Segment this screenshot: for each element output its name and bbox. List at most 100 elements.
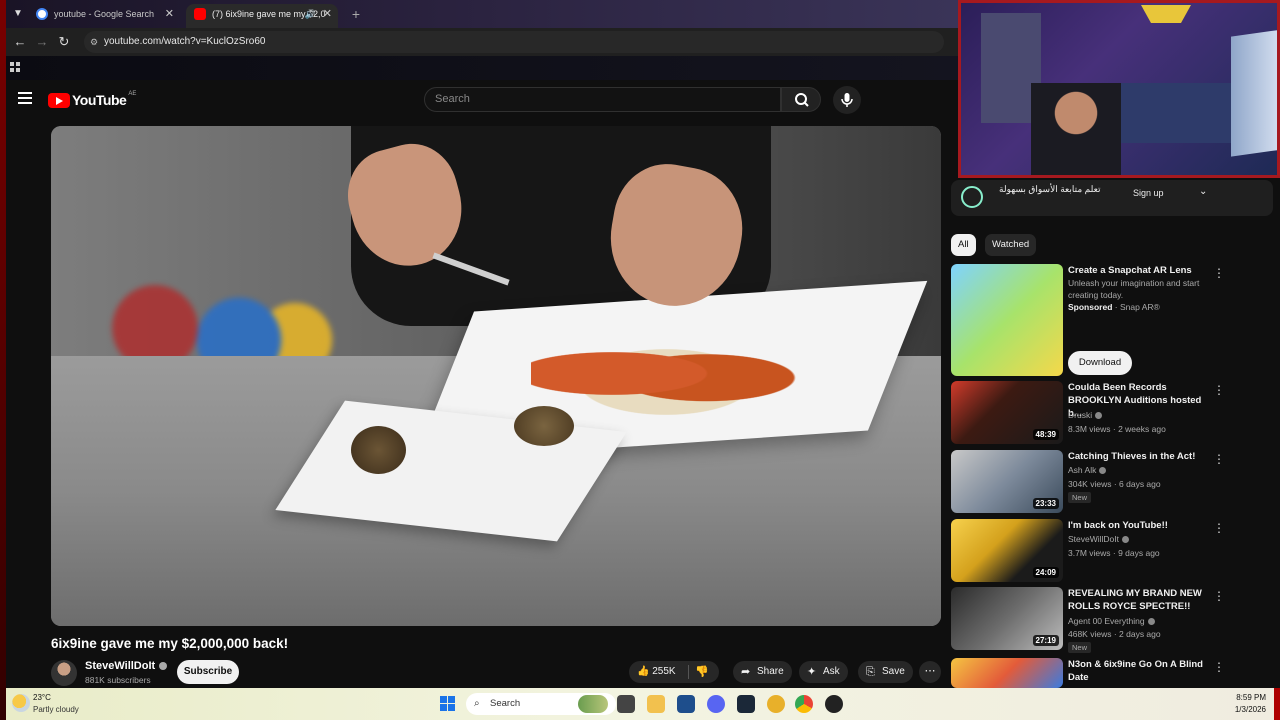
video-food [531,331,801,416]
speaker-icon[interactable]: 🔊 [305,4,316,24]
obs-icon[interactable] [825,695,843,713]
tab-google-search[interactable]: youtube - Google Search ✕ [28,4,180,28]
dislike-button[interactable]: 👎 [695,661,709,683]
menu-icon[interactable] [18,92,32,104]
thumbnail[interactable]: 24:09 [951,519,1063,582]
list-item[interactable]: N3on & 6ix9ine Go On A Blind Date ⋮ [951,658,1271,688]
more-vert-icon[interactable]: ⋮ [1213,589,1225,603]
duration-badge: 23:33 [1032,498,1059,509]
close-icon[interactable]: ✕ [165,4,174,24]
video-title: 6ix9ine gave me my $2,000,000 back! [51,636,289,651]
video-title[interactable]: N3on & 6ix9ine Go On A Blind Date [1068,658,1208,684]
channel-name: SteveWillDoIt [85,660,156,672]
widget-icon[interactable] [578,695,608,713]
steam-icon[interactable] [737,695,755,713]
video-meta: 468K views · 2 days ago [1068,629,1161,639]
signup-button[interactable]: Sign up [1133,188,1164,198]
subscribe-button[interactable]: Subscribe [177,660,239,684]
download-button[interactable]: Download [1068,351,1132,375]
tab-youtube-video[interactable]: (7) 6ix9ine gave me my $2,0 🔊 ✕ [186,4,338,28]
video-title[interactable]: I'm back on YouTube!! [1068,519,1208,532]
discord-icon[interactable] [707,695,725,713]
close-icon[interactable]: ✕ [323,4,332,24]
verified-icon [159,662,168,671]
new-badge: New [1068,492,1092,503]
url-field[interactable]: ⚙ youtube.com/watch?v=KuclOzSro60 [84,31,944,53]
thumbs-down-icon: 👎 [695,666,709,678]
share-label: Share [757,666,784,677]
more-actions-button[interactable]: ⋯ [919,661,941,683]
back-arrow-icon[interactable]: ← [12,34,28,50]
thumbnail[interactable] [951,658,1063,688]
channel-avatar[interactable] [51,660,77,686]
video-meta: 304K views · 6 days ago [1068,479,1161,489]
more-vert-icon[interactable]: ⋮ [1213,521,1225,535]
channel-name-container[interactable]: SteveWillDoIt [1068,534,1130,544]
search-icon [795,93,809,107]
youtube-header: YouTube AE Search [6,80,958,120]
list-item[interactable]: 27:19 REVEALING MY BRAND NEW ROLLS ROYCE… [951,587,1271,653]
ad-banner[interactable]: تعلم متابعة الأسواق بسهولة Sign up ⌄ [951,180,1273,216]
save-button[interactable]: ⎘ Save [858,661,913,683]
chip-all[interactable]: All [951,234,976,256]
windows-start-icon[interactable] [440,696,456,712]
voice-search-button[interactable] [833,86,861,114]
thumbnail[interactable] [951,264,1063,376]
share-button[interactable]: ➦ Share [733,661,792,683]
sparkle-icon: ✦ [807,666,817,678]
weather-condition[interactable]: Partly cloudy [33,705,79,714]
clock-time: 8:59 PM [1236,693,1266,702]
thumbnail[interactable]: 27:19 [951,587,1063,650]
channel-name-container[interactable]: Agent 00 Everything [1068,616,1155,626]
more-vert-icon[interactable]: ⋮ [1213,452,1225,466]
like-button[interactable]: 👍 255K [637,661,676,683]
new-tab-button[interactable]: + [346,5,366,23]
app-icon[interactable] [767,695,785,713]
video-title[interactable]: Catching Thieves in the Act! [1068,450,1208,463]
ask-label: Ask [823,666,840,677]
apps-grid-icon[interactable] [10,62,22,74]
tab-strip: ▼ youtube - Google Search ✕ (7) 6ix9ine … [6,0,958,28]
list-item[interactable]: 48:39 Coulda Been Records BROOKLYN Audit… [951,381,1271,445]
thumbs-up-icon: 👍 [637,666,650,677]
video-title[interactable]: REVEALING MY BRAND NEW ROLLS ROYCE SPECT… [1068,587,1208,613]
ask-button[interactable]: ✦ Ask [799,661,848,683]
video-player[interactable] [51,126,941,626]
thumbnail[interactable]: 23:33 [951,450,1063,513]
tab-search-icon[interactable]: ▼ [10,6,26,22]
youtube-logo[interactable]: YouTube AE [48,91,136,109]
sponsored-line: Sponsored · Snap AR® [1068,302,1160,312]
more-vert-icon[interactable]: ⋮ [1213,266,1225,280]
forward-arrow-icon[interactable]: → [34,34,50,50]
divider [688,665,689,679]
system-clock[interactable]: 8:59 PM 1/3/2026 [1235,692,1266,716]
thumbnail[interactable]: 48:39 [951,381,1063,444]
chrome-icon[interactable] [795,695,813,713]
channel-name: Agent 00 Everything [1068,616,1145,626]
search-button[interactable] [781,87,821,112]
chevron-down-icon[interactable]: ⌄ [1199,186,1207,197]
search-input[interactable]: Search [424,87,781,112]
more-vert-icon[interactable]: ⋮ [1213,660,1225,674]
sponsored-item[interactable]: Create a Snapchat AR Lens Unleash your i… [951,264,1271,380]
duration-badge: 48:39 [1032,429,1059,440]
reload-icon[interactable]: ↻ [56,34,72,50]
advertiser-logo-icon [961,186,983,208]
webcam-desk [1111,83,1231,143]
chip-watched[interactable]: Watched [985,234,1037,256]
channel-name-container[interactable]: SteveWillDoIt [85,660,168,672]
channel-name-container[interactable]: Druski [1068,410,1103,420]
weather-icon[interactable] [12,694,30,712]
video-title[interactable]: Create a Snapchat AR Lens [1068,264,1208,277]
microphone-icon [841,93,853,107]
channel-name-container[interactable]: Ash Alk [1068,465,1107,475]
temperature[interactable]: 23°C [33,693,51,702]
list-item[interactable]: 23:33 Catching Thieves in the Act! Ash A… [951,450,1271,514]
store-icon[interactable] [677,695,695,713]
more-vert-icon[interactable]: ⋮ [1213,383,1225,397]
bookmarks-bar [6,56,958,80]
task-view-icon[interactable] [617,695,635,713]
list-item[interactable]: 24:09 I'm back on YouTube!! SteveWillDoI… [951,519,1271,583]
site-info-icon[interactable]: ⚙ [90,31,98,53]
file-explorer-icon[interactable] [647,695,665,713]
